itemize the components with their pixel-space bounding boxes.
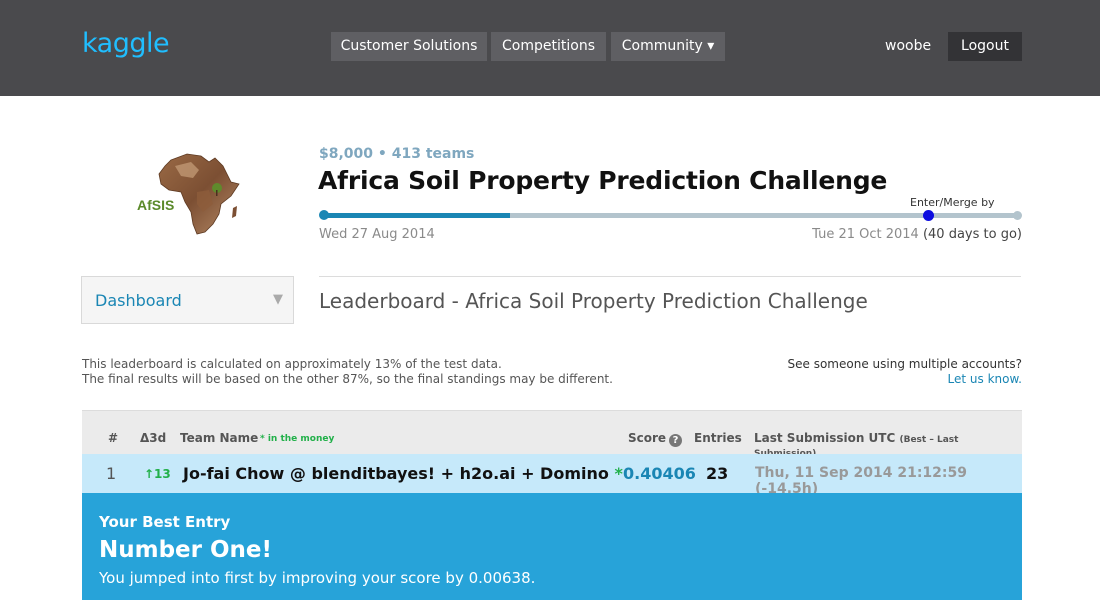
in-the-money-star: * (614, 464, 623, 483)
col-delta: Δ3d (140, 431, 167, 445)
leaderboard-title: Leaderboard - Africa Soil Property Predi… (319, 289, 868, 313)
competition-timeline (319, 210, 1022, 221)
row-score: 0.40406 (623, 464, 696, 483)
timeline-start-marker (319, 210, 329, 220)
end-date: Tue 21 Oct 2014 (812, 227, 919, 242)
prize-and-teams: $8,000 • 413 teams (319, 146, 475, 162)
row-delta: ↑13 (144, 467, 171, 481)
help-icon[interactable]: ? (669, 434, 683, 447)
start-date: Wed 27 Aug 2014 (319, 227, 435, 242)
row-team[interactable]: Jo-fai Chow @ blenditbayes! + h2o.ai + D… (183, 464, 623, 483)
top-navbar: kaggle Customer Solutions Competitions C… (0, 0, 1100, 96)
leaderboard-header: # Δ3d Team Name * in the money Score? En… (82, 410, 1022, 459)
days-remaining: (40 days to go) (922, 227, 1022, 242)
afsis-logo-icon: AfSIS (137, 153, 240, 235)
col-entries: Entries (694, 431, 742, 445)
in-the-money-legend: * in the money (260, 434, 335, 444)
col-team-name: Team Name (180, 431, 259, 445)
row-entries: 23 (706, 464, 729, 483)
competition-title[interactable]: Africa Soil Property Prediction Challeng… (318, 166, 887, 195)
col-rank: # (108, 431, 119, 445)
table-row[interactable]: 1 ↑13 Jo-fai Chow @ blenditbayes! + h2o.… (82, 454, 1022, 497)
username-link[interactable]: woobe (885, 38, 931, 54)
afsis-logo-text: AfSIS (137, 197, 174, 213)
nav-community-dropdown[interactable]: Community ▾ (611, 32, 725, 61)
timeline-progress (323, 213, 511, 218)
row-team-name[interactable]: Jo-fai Chow @ blenditbayes! + h2o.ai + D… (183, 464, 609, 483)
end-date-wrapper: Tue 21 Oct 2014 (40 days to go) (812, 227, 1022, 242)
timeline-end-marker (1013, 211, 1022, 220)
timeline-merge-marker (923, 210, 934, 221)
col-last-label: Last Submission UTC (754, 431, 896, 445)
dashboard-label: Dashboard (95, 291, 182, 310)
dropdown-arrow-icon: ▼ (273, 292, 283, 307)
row-rank: 1 (106, 464, 117, 483)
nav-competitions[interactable]: Competitions (491, 32, 606, 61)
divider (319, 276, 1021, 277)
logout-button[interactable]: Logout (948, 32, 1022, 61)
nav-customer-solutions[interactable]: Customer Solutions (331, 32, 487, 61)
best-entry-headline: Number One! (99, 537, 273, 563)
kaggle-logo[interactable]: kaggle (82, 28, 170, 59)
col-score: Score? (628, 431, 683, 447)
leaderboard-note-2: The final results will be based on the o… (82, 372, 613, 386)
col-score-label: Score (628, 431, 667, 445)
let-us-know-link[interactable]: Let us know. (948, 372, 1022, 386)
multiple-accounts-prompt: See someone using multiple accounts? (787, 357, 1022, 371)
best-entry-panel: Your Best Entry Number One! You jumped i… (82, 493, 1022, 600)
best-entry-message: You jumped into first by improving your … (99, 569, 536, 587)
merge-deadline-label: Enter/Merge by (910, 196, 995, 209)
leaderboard-note-1: This leaderboard is calculated on approx… (82, 357, 502, 371)
best-entry-kicker: Your Best Entry (99, 513, 231, 531)
dashboard-dropdown[interactable]: Dashboard ▼ (81, 276, 294, 324)
